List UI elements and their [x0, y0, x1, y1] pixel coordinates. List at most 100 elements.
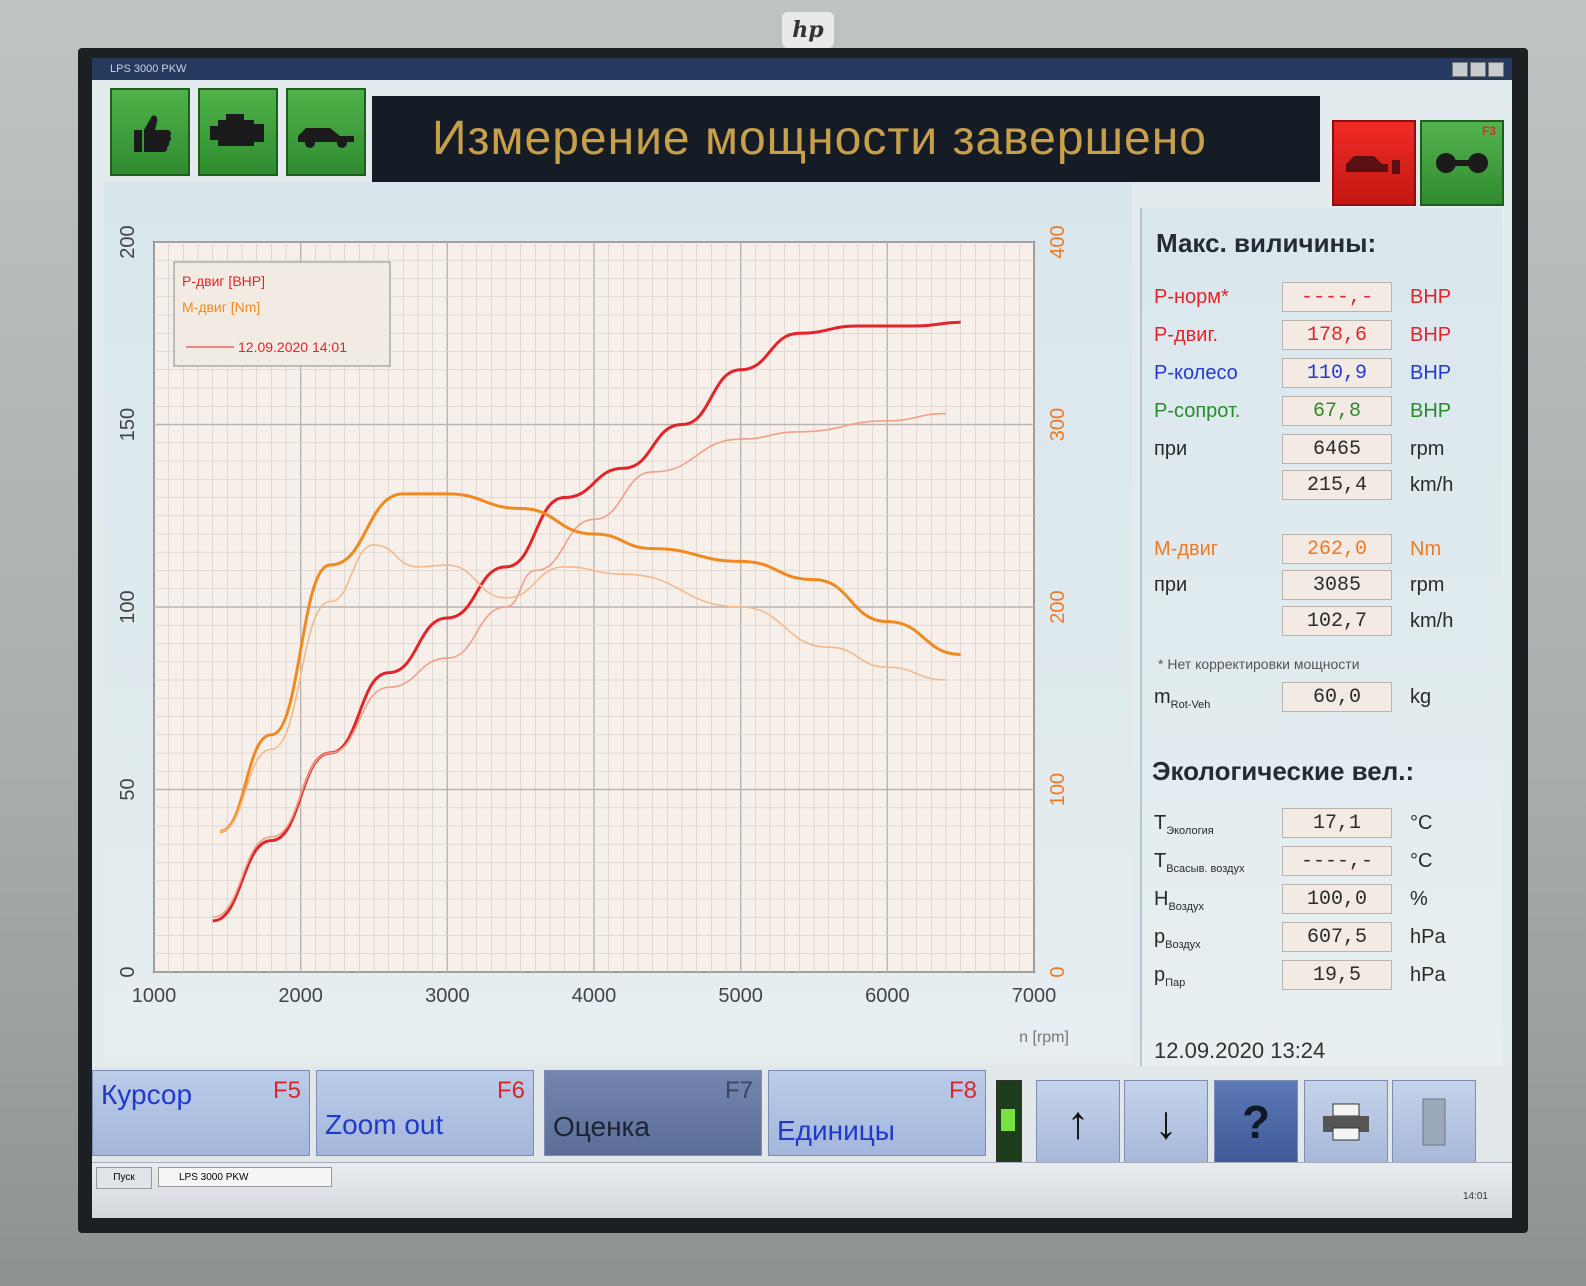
fkey-label: Курсор — [101, 1079, 193, 1110]
max-value-row: P-двиг. 178,6 BHP — [1154, 320, 1494, 352]
thumbs-up-icon — [134, 115, 172, 152]
max-value-field: 3085 — [1282, 570, 1392, 600]
max-value-field: 178,6 — [1282, 320, 1392, 350]
max-value-field: 67,8 — [1282, 396, 1392, 426]
toolbar: Измерение мощности завершено F3 — [104, 84, 1504, 206]
arrow-up-button[interactable]: ↑ — [1036, 1080, 1120, 1164]
x-tick-label: 7000 — [1012, 985, 1057, 1007]
exit-button[interactable] — [1392, 1080, 1476, 1164]
fkey-label: Единицы — [777, 1115, 895, 1146]
right-tick-label: 100 — [1047, 773, 1069, 806]
x-tick-label: 5000 — [718, 985, 763, 1007]
left-axis-ticks: 0 50 100 150 200 — [117, 225, 139, 977]
eco-value-unit: % — [1410, 888, 1428, 910]
max-value-label: при — [1154, 574, 1188, 596]
max-value-label: при — [1154, 438, 1188, 460]
right-tick-label: 200 — [1047, 590, 1069, 623]
close-button[interactable] — [1488, 62, 1504, 77]
fkey-number: F5 — [272, 1077, 301, 1104]
max-value-row: при 3085 rpm — [1154, 570, 1494, 602]
print-button[interactable] — [1304, 1080, 1388, 1164]
fkey-label: Оценка — [553, 1111, 650, 1142]
window-titlebar: LPS 3000 PKW — [92, 58, 1512, 80]
right-tick-label: 0 — [1047, 966, 1069, 977]
car-on-dyno-icon — [1346, 156, 1400, 174]
arrow-up-icon: ↑ — [1066, 1096, 1090, 1148]
evaluation-f7-button[interactable]: Оценка F7 — [544, 1070, 762, 1156]
arrow-down-icon: ↓ — [1154, 1096, 1178, 1148]
left-tick-label: 0 — [117, 966, 139, 977]
right-tick-label: 300 — [1047, 408, 1069, 441]
engine-icon — [210, 114, 264, 146]
eco-value-field: 100,0 — [1282, 884, 1392, 914]
results-panel: Макс. виличины: P-норм* ----,- BHP P-двиг. 1… — [1140, 208, 1502, 1068]
status-led — [996, 1080, 1022, 1164]
rollers-icon — [1436, 153, 1488, 173]
help-button[interactable]: ? — [1214, 1080, 1298, 1164]
x-tick-label: 1000 — [132, 985, 177, 1007]
hp-logo: hp — [782, 12, 834, 48]
fkey-number: F7 — [724, 1077, 753, 1104]
x-tick-label: 6000 — [865, 985, 910, 1007]
eco-value-row: HВоздух 100,0% — [1154, 884, 1494, 916]
rollers-button[interactable]: F3 — [1420, 120, 1504, 206]
max-value-unit: BHP — [1410, 324, 1452, 346]
engine-button[interactable] — [198, 88, 278, 176]
left-tick-label: 200 — [117, 225, 139, 258]
max-value-row: P-сопрот. 67,8 BHP — [1154, 396, 1494, 428]
max-value-field: ----,- — [1282, 282, 1392, 312]
start-button[interactable]: Пуск — [96, 1167, 152, 1189]
eco-value-unit: °C — [1410, 850, 1433, 872]
eco-value-label: TВсасыв. воздух — [1154, 850, 1245, 875]
max-value-field: 110,9 — [1282, 358, 1392, 388]
power-correction-note: * Нет корректировки мощности — [1158, 656, 1360, 672]
maximize-button[interactable] — [1470, 62, 1486, 77]
chart-legend: P-двиг [BHP] M-двиг [Nm] 12.09.2020 14:0… — [173, 261, 391, 367]
fkey-label: Zoom out — [325, 1109, 444, 1140]
thumbs-up-button[interactable] — [110, 88, 190, 176]
max-value-field: 215,4 — [1282, 470, 1392, 500]
right-tick-label: 400 — [1047, 225, 1069, 258]
fkey-number: F6 — [496, 1077, 525, 1104]
cursor-f5-button[interactable]: Курсор F5 — [92, 1070, 310, 1156]
eco-value-label: HВоздух — [1154, 888, 1205, 913]
exit-icon — [1422, 1098, 1446, 1146]
eco-value-field: 19,5 — [1282, 960, 1392, 990]
max-value-row: P-колесо 110,9 BHP — [1154, 358, 1494, 390]
mass-row: mRot-Veh 60,0 kg — [1154, 682, 1494, 714]
max-value-label: P-норм* — [1154, 286, 1229, 308]
car-button[interactable] — [286, 88, 366, 176]
stop-test-button[interactable] — [1332, 120, 1416, 206]
mass-unit: kg — [1410, 686, 1432, 708]
left-tick-label: 150 — [117, 408, 139, 441]
arrow-down-button[interactable]: ↓ — [1124, 1080, 1208, 1164]
max-value-row: 215,4 km/h — [1154, 470, 1494, 502]
units-f8-button[interactable]: Единицы F8 — [768, 1070, 986, 1156]
max-value-unit: km/h — [1410, 474, 1454, 496]
eco-value-unit: hPa — [1410, 926, 1446, 948]
max-value-unit: Nm — [1410, 538, 1442, 560]
measurement-timestamp: 12.09.2020 13:24 — [1154, 1038, 1326, 1063]
eco-value-unit: hPa — [1410, 964, 1446, 986]
x-tick-label: 3000 — [425, 985, 470, 1007]
eco-value-label: TЭкология — [1154, 812, 1214, 837]
status-banner: Измерение мощности завершено — [372, 96, 1320, 182]
legend-date: 12.09.2020 14:01 — [238, 339, 347, 355]
eco-value-row: TЭкология 17,1 °C — [1154, 808, 1494, 840]
max-values-title: Макс. виличины: — [1156, 228, 1377, 258]
car-icon — [298, 128, 354, 148]
fkey-number: F8 — [948, 1077, 977, 1104]
max-value-unit: rpm — [1410, 438, 1445, 460]
x-axis-label: n [rpm] — [1019, 1029, 1069, 1046]
max-value-field: 262,0 — [1282, 534, 1392, 564]
eco-value-field: ----,- — [1282, 846, 1392, 876]
max-value-row: M-двиг 262,0 Nm — [1154, 534, 1494, 566]
taskbar-app-item[interactable]: LPS 3000 PKW — [158, 1167, 332, 1187]
max-value-field: 102,7 — [1282, 606, 1392, 636]
max-value-row: P-норм* ----,- BHP — [1154, 282, 1494, 314]
zoom-out-f6-button[interactable]: Zoom out F6 — [316, 1070, 534, 1156]
x-tick-label: 2000 — [278, 985, 323, 1007]
power-torque-chart[interactable]: 1000 2000 3000 4000 5000 6000 7000 05010015020… — [104, 182, 1132, 1062]
minimize-button[interactable] — [1452, 62, 1468, 77]
max-value-unit: BHP — [1410, 362, 1452, 384]
